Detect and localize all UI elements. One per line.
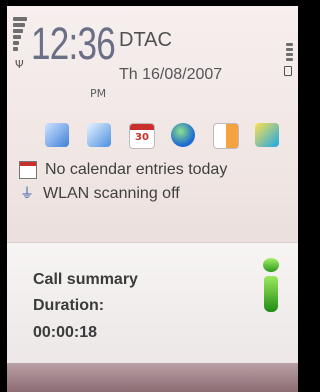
signal-strength-icon — [13, 17, 27, 53]
calendar-status-text: No calendar entries today — [45, 161, 228, 178]
clock: 12:36 — [31, 18, 116, 69]
duration-value: 00:00:18 — [33, 324, 98, 341]
wlan-status-text: WLAN scanning off — [43, 185, 180, 202]
contacts-icon[interactable] — [45, 123, 69, 147]
call-summary-dialog[interactable]: Call summary Duration: 00:00:18 — [7, 242, 298, 364]
antenna-icon: Ψ — [15, 58, 24, 71]
am-pm-label: PM — [90, 87, 107, 100]
calendar-icon[interactable]: 30 — [129, 123, 155, 149]
duration-label: Duration: — [33, 297, 105, 314]
info-icon — [260, 258, 282, 312]
phone-screen: Ψ 12:36 PM DTAC Th 16/08/2007 30 No cale… — [7, 6, 298, 392]
calendar-status-row[interactable]: No calendar entries today — [19, 159, 227, 181]
wlan-status-row[interactable]: ⏚ WLAN scanning off — [19, 183, 180, 205]
calendar-small-icon — [19, 161, 37, 179]
web-icon[interactable] — [171, 123, 195, 147]
calendar-icon-label: 30 — [135, 132, 149, 143]
softkey-bar — [7, 363, 298, 392]
operator-name: DTAC — [119, 29, 172, 51]
gallery-icon[interactable] — [255, 123, 279, 147]
battery-level-icon — [286, 43, 293, 63]
messaging-icon[interactable] — [87, 123, 111, 147]
status-header: Ψ 12:36 PM DTAC Th 16/08/2007 — [7, 6, 298, 110]
wlan-icon: ⏚ — [20, 186, 34, 202]
shortcut-bar: 30 — [45, 123, 290, 151]
media-icon[interactable] — [213, 123, 239, 149]
date-label: Th 16/08/2007 — [119, 66, 223, 83]
dialog-title: Call summary — [33, 271, 138, 288]
battery-icon — [284, 66, 292, 76]
